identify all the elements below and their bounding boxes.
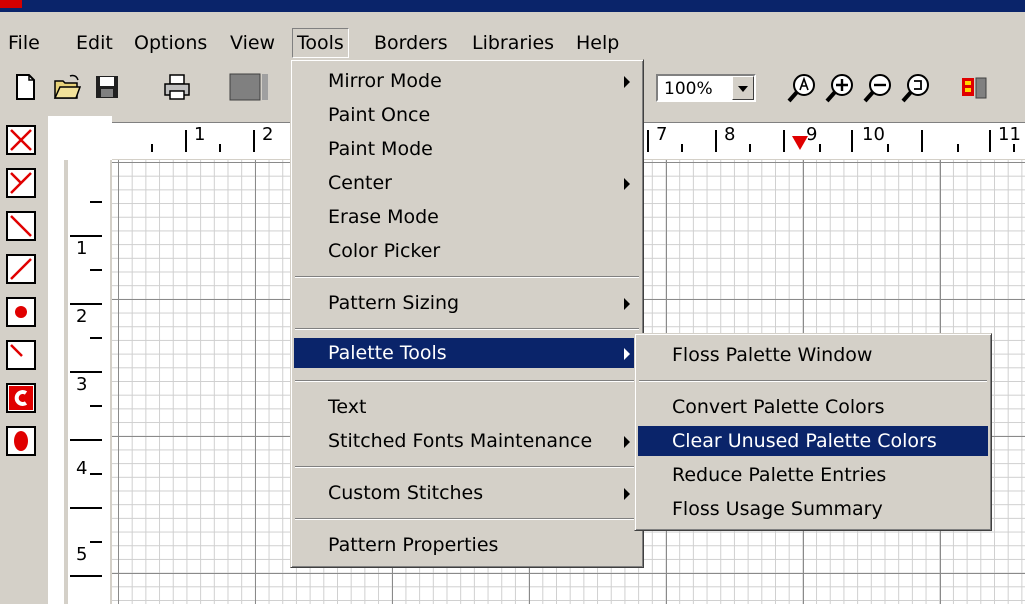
menu-item-erase-mode[interactable]: Erase Mode xyxy=(294,202,640,232)
menu-item-label: Pattern Properties xyxy=(328,534,499,556)
chevron-down-icon[interactable] xyxy=(732,76,754,100)
menu-item-label: Reduce Palette Entries xyxy=(672,464,887,486)
ruler-label: 3 xyxy=(76,374,88,395)
menu-separator xyxy=(295,380,639,382)
menu-item-text[interactable]: Text xyxy=(294,392,640,422)
vertical-ruler: 1 2 3 4 5 xyxy=(64,160,112,604)
bead-stitch-icon[interactable] xyxy=(6,426,36,456)
palette-tools-submenu: Floss Palette Window Convert Palette Col… xyxy=(634,333,992,531)
menu-item-label: Floss Usage Summary xyxy=(672,498,883,520)
menu-separator xyxy=(295,518,639,520)
menu-borders[interactable]: Borders xyxy=(370,29,452,57)
menu-item-pattern-properties[interactable]: Pattern Properties xyxy=(294,530,640,560)
menu-item-mirror-mode[interactable]: Mirror Mode xyxy=(294,66,640,96)
menu-item-label: Color Picker xyxy=(328,240,441,262)
title-bar xyxy=(0,0,1025,12)
stitch-toolbox xyxy=(0,116,48,604)
half-stitch-back-icon[interactable] xyxy=(6,211,36,241)
menu-item-center[interactable]: Center xyxy=(294,168,640,198)
menu-options[interactable]: Options xyxy=(130,29,211,57)
custom-stitch-icon[interactable] xyxy=(6,383,36,413)
french-knot-icon[interactable] xyxy=(6,297,36,327)
menu-item-label: Custom Stitches xyxy=(328,482,484,504)
ruler-label: 2 xyxy=(76,306,88,327)
color-swatch-icon[interactable] xyxy=(228,72,268,102)
full-cross-stitch-icon[interactable] xyxy=(6,125,36,155)
vertical-ruler-ticks xyxy=(70,201,102,577)
menu-item-label: Paint Once xyxy=(328,104,431,126)
submenu-arrow-icon xyxy=(624,298,630,310)
ruler-label: 9 xyxy=(806,124,818,145)
zoom-in-icon[interactable] xyxy=(824,72,856,104)
menu-item-floss-palette-window[interactable]: Floss Palette Window xyxy=(638,340,988,370)
menu-item-label: Erase Mode xyxy=(328,206,439,228)
menu-item-label: Text xyxy=(328,396,367,418)
menu-separator xyxy=(295,328,639,330)
menu-item-color-picker[interactable]: Color Picker xyxy=(294,236,640,266)
zoom-out-icon[interactable] xyxy=(862,72,894,104)
ruler-label: 8 xyxy=(724,124,736,145)
ruler-label: 2 xyxy=(262,124,274,145)
menu-item-label: Pattern Sizing xyxy=(328,292,460,314)
zoom-select[interactable]: 100% xyxy=(656,74,756,102)
menu-tools[interactable]: Tools xyxy=(292,28,349,58)
menu-item-reduce-palette-entries[interactable]: Reduce Palette Entries xyxy=(638,460,988,490)
menu-item-label: Stitched Fonts Maintenance xyxy=(328,430,593,452)
print-icon[interactable] xyxy=(162,72,192,102)
submenu-arrow-icon xyxy=(624,178,630,190)
ruler-label: 1 xyxy=(194,124,206,145)
menu-edit[interactable]: Edit xyxy=(72,29,117,57)
menu-item-label: Floss Palette Window xyxy=(672,344,873,366)
zoom-value: 100% xyxy=(664,79,713,99)
app-icon xyxy=(0,0,22,8)
zoom-restore-icon[interactable] xyxy=(900,72,932,104)
menu-file[interactable]: File xyxy=(4,29,44,57)
open-folder-icon[interactable] xyxy=(52,72,82,102)
menu-item-label: Center xyxy=(328,172,392,194)
submenu-arrow-icon xyxy=(624,488,630,500)
quarter-stitch-icon[interactable] xyxy=(6,340,36,370)
submenu-arrow-icon xyxy=(624,436,630,448)
zoom-fit-icon[interactable] xyxy=(786,72,818,104)
submenu-arrow-icon xyxy=(624,348,630,360)
menu-item-custom-stitches[interactable]: Custom Stitches xyxy=(294,478,640,508)
three-quarter-stitch-icon[interactable] xyxy=(6,168,36,198)
menu-item-label: Paint Mode xyxy=(328,138,433,160)
menu-item-clear-unused-palette-colors[interactable]: Clear Unused Palette Colors xyxy=(638,426,988,456)
ruler-label: 5 xyxy=(76,544,88,565)
menu-bar: File Edit Options View Tools Borders Lib… xyxy=(0,12,1025,60)
menu-item-label: Mirror Mode xyxy=(328,70,442,92)
menu-item-label: Clear Unused Palette Colors xyxy=(672,430,937,452)
ruler-label: 4 xyxy=(76,458,88,479)
ruler-label: 10 xyxy=(862,124,885,145)
menu-view[interactable]: View xyxy=(226,29,279,57)
ruler-label: 1 xyxy=(76,238,88,259)
menu-separator xyxy=(639,380,987,382)
menu-item-stitched-fonts-maintenance[interactable]: Stitched Fonts Maintenance xyxy=(294,426,640,456)
menu-item-floss-usage-summary[interactable]: Floss Usage Summary xyxy=(638,494,988,524)
ruler-label: 7 xyxy=(656,124,668,145)
menu-item-paint-mode[interactable]: Paint Mode xyxy=(294,134,640,164)
menu-libraries[interactable]: Libraries xyxy=(468,29,558,57)
menu-item-label: Convert Palette Colors xyxy=(672,396,885,418)
save-icon[interactable] xyxy=(92,72,122,102)
tools-dropdown-menu: Mirror Mode Paint Once Paint Mode Center… xyxy=(290,59,644,568)
menu-item-palette-tools[interactable]: Palette Tools xyxy=(294,338,640,368)
menu-item-convert-palette-colors[interactable]: Convert Palette Colors xyxy=(638,392,988,422)
menu-item-pattern-sizing[interactable]: Pattern Sizing xyxy=(294,288,640,318)
new-file-icon[interactable] xyxy=(10,72,40,102)
menu-separator xyxy=(295,276,639,278)
menu-separator xyxy=(295,466,639,468)
stitch-tools-icon[interactable] xyxy=(958,72,990,104)
menu-item-label: Palette Tools xyxy=(328,342,447,364)
submenu-arrow-icon xyxy=(624,76,630,88)
menu-help[interactable]: Help xyxy=(572,29,623,57)
half-stitch-forward-icon[interactable] xyxy=(6,254,36,284)
ruler-label: 11 xyxy=(998,124,1021,145)
menu-item-paint-once[interactable]: Paint Once xyxy=(294,100,640,130)
